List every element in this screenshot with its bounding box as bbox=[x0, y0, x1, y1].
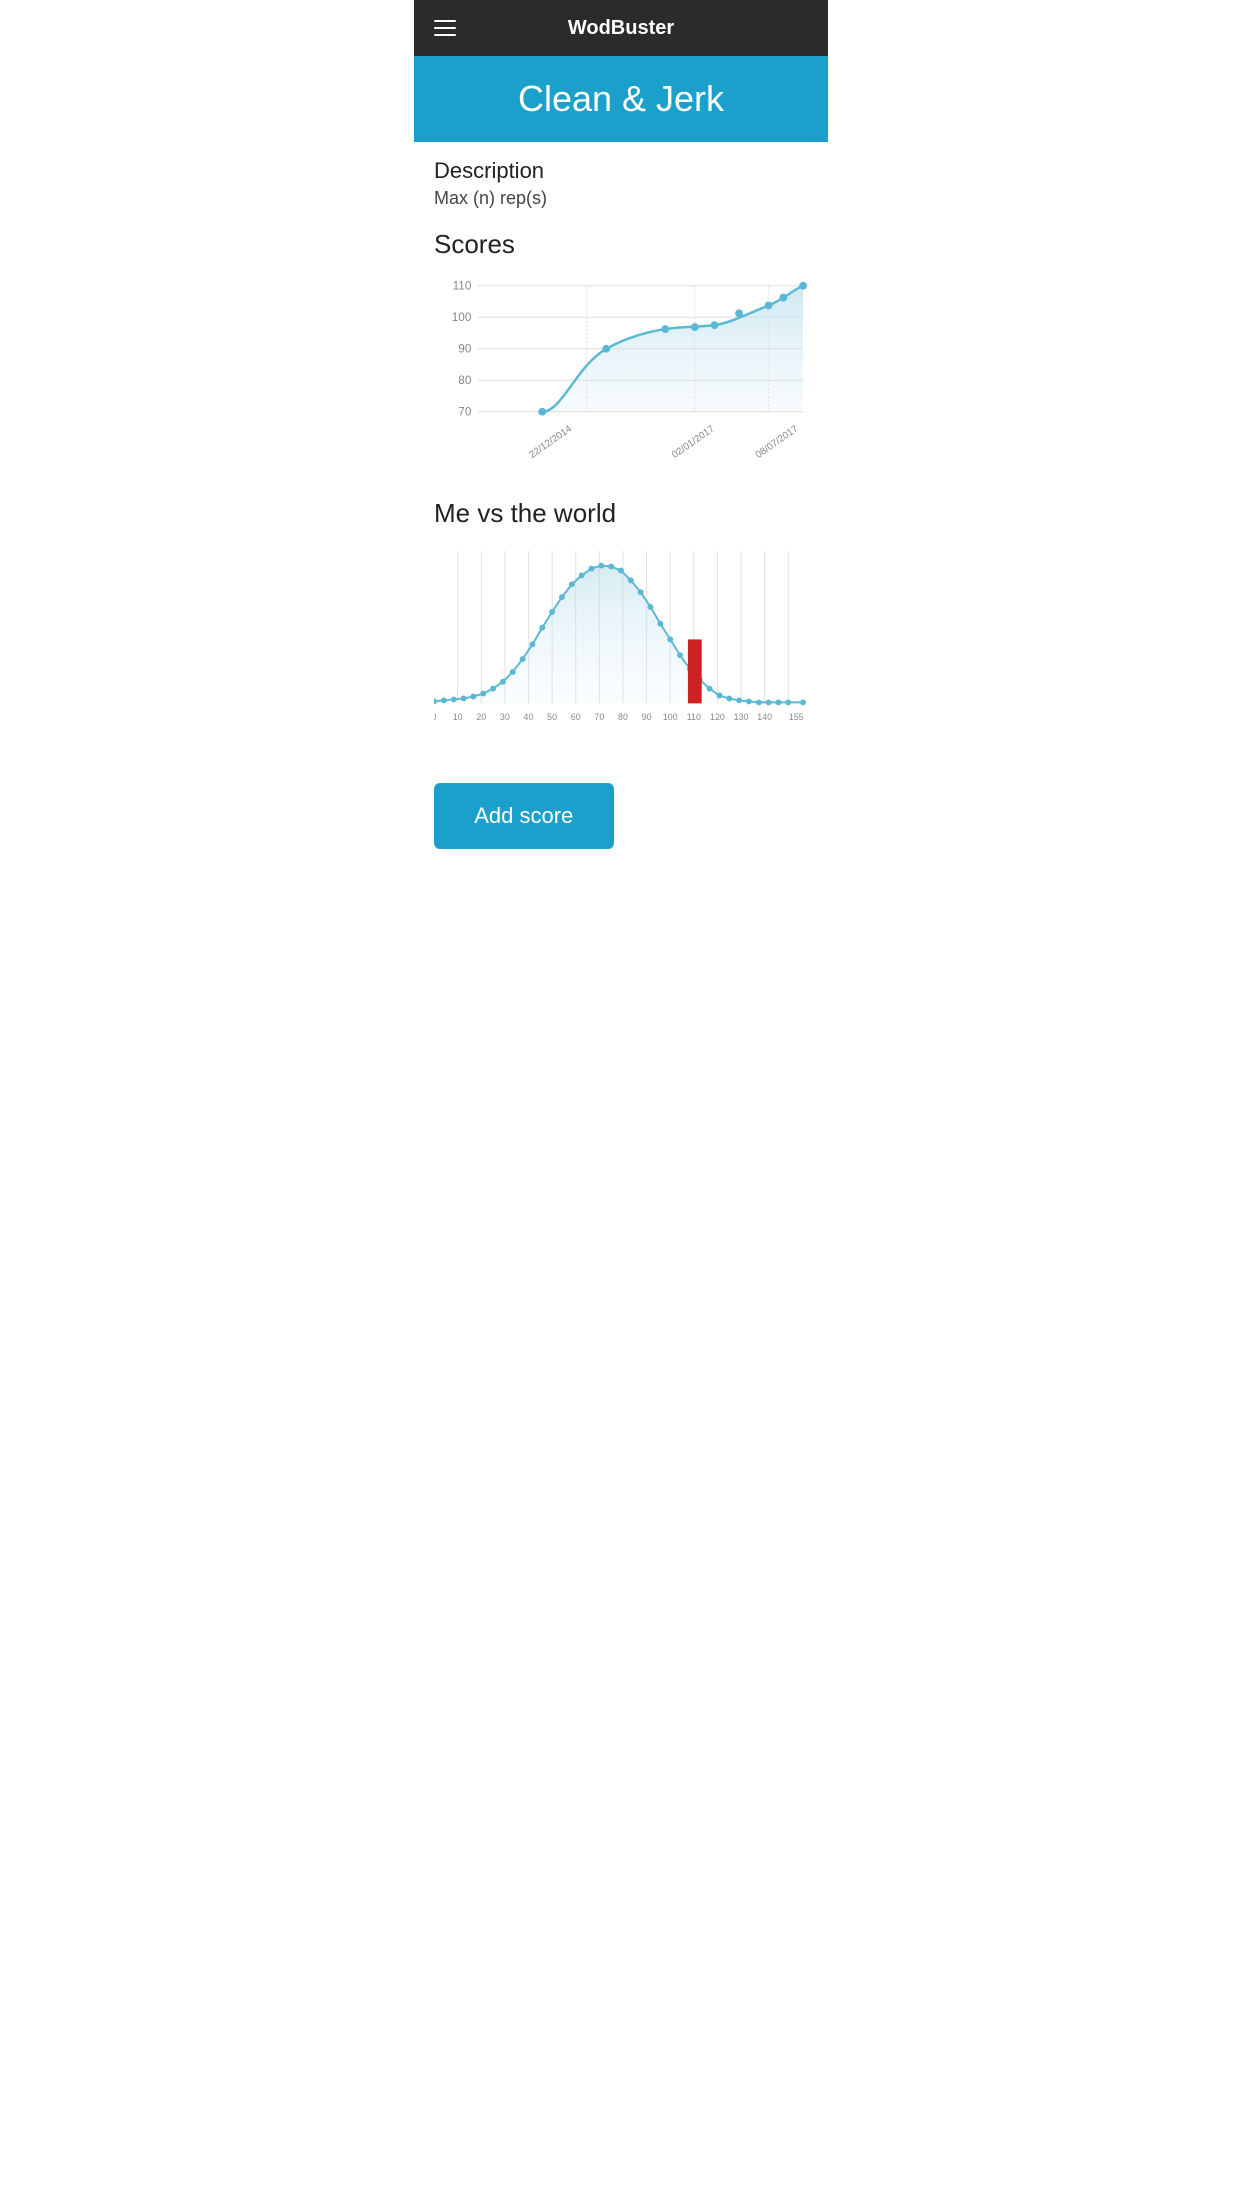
svg-text:40: 40 bbox=[524, 712, 534, 722]
svg-text:50: 50 bbox=[547, 712, 557, 722]
scores-title: Scores bbox=[434, 229, 808, 260]
svg-text:80: 80 bbox=[458, 373, 472, 387]
bell-chart-svg: 0 10 20 30 40 50 60 70 80 90 100 110 120… bbox=[434, 541, 808, 748]
svg-text:0: 0 bbox=[434, 712, 437, 722]
svg-text:110: 110 bbox=[687, 712, 701, 722]
menu-button[interactable] bbox=[430, 16, 460, 40]
svg-text:60: 60 bbox=[571, 712, 581, 722]
exercise-banner: Clean & Jerk bbox=[414, 56, 828, 142]
svg-text:100: 100 bbox=[452, 310, 472, 324]
bell-chart: 0 10 20 30 40 50 60 70 80 90 100 110 120… bbox=[434, 541, 808, 753]
svg-text:130: 130 bbox=[734, 712, 749, 722]
exercise-title: Clean & Jerk bbox=[430, 78, 812, 120]
svg-text:90: 90 bbox=[458, 342, 472, 356]
player-score-bar bbox=[688, 639, 702, 703]
svg-text:20: 20 bbox=[476, 712, 486, 722]
svg-text:70: 70 bbox=[594, 712, 604, 722]
app-title: WodBuster bbox=[568, 17, 674, 40]
svg-text:10: 10 bbox=[453, 712, 463, 722]
svg-text:110: 110 bbox=[453, 279, 472, 293]
description-section: Description Max (n) rep(s) bbox=[434, 158, 808, 209]
svg-text:08/07/2017: 08/07/2017 bbox=[754, 424, 801, 461]
svg-text:120: 120 bbox=[710, 712, 725, 722]
svg-text:70: 70 bbox=[458, 405, 472, 419]
svg-text:80: 80 bbox=[618, 712, 628, 722]
svg-text:90: 90 bbox=[642, 712, 652, 722]
description-value: Max (n) rep(s) bbox=[434, 188, 808, 209]
description-label: Description bbox=[434, 158, 808, 184]
svg-text:30: 30 bbox=[500, 712, 510, 722]
line-chart-svg: 110 100 90 80 70 bbox=[434, 272, 808, 469]
app-header: WodBuster bbox=[414, 0, 828, 56]
svg-text:100: 100 bbox=[663, 712, 678, 722]
scores-chart: 110 100 90 80 70 bbox=[434, 272, 808, 474]
main-content: Description Max (n) rep(s) Scores 110 10… bbox=[414, 142, 828, 885]
add-score-button[interactable]: Add score bbox=[434, 783, 614, 849]
svg-text:140: 140 bbox=[757, 712, 772, 722]
svg-text:02/01/2017: 02/01/2017 bbox=[670, 424, 717, 461]
mvw-title: Me vs the world bbox=[434, 498, 808, 529]
svg-text:155: 155 bbox=[789, 712, 804, 722]
svg-text:22/12/2014: 22/12/2014 bbox=[527, 423, 574, 461]
